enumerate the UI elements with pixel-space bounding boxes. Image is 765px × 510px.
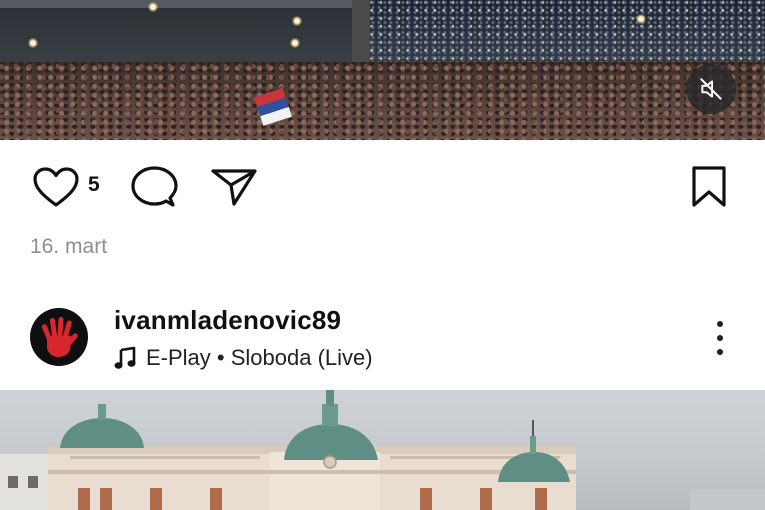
building [0,0,360,70]
red-hand-icon [41,317,78,357]
like-count[interactable]: 5 [88,173,100,197]
street-light [290,38,300,48]
dot [717,321,723,327]
music-note-icon [114,346,136,369]
audio-track-label: E-Play • Sloboda (Live) [146,345,373,370]
send-icon[interactable] [210,166,258,208]
heart-icon[interactable] [32,166,80,208]
crowd-background [370,0,765,70]
dot [717,349,723,355]
more-options-icon[interactable] [706,318,734,358]
crowd [0,62,765,140]
mute-toggle-button[interactable] [686,64,736,114]
national-museum-building [0,390,765,510]
bookmark-icon[interactable] [690,165,728,209]
street-light [28,38,38,48]
speaker-muted-icon [700,78,722,100]
avatar[interactable] [30,308,88,366]
street-light [292,16,302,26]
post-date: 16. mart [30,235,108,258]
street-light [636,14,646,24]
post-image[interactable] [0,390,765,510]
dot [717,335,723,341]
street-light [148,2,158,12]
audio-track-link[interactable]: E-Play • Sloboda (Live) [114,343,373,373]
post-username[interactable]: ivanmladenovic89 [114,305,341,336]
video-post-media[interactable] [0,0,765,140]
comment-icon[interactable] [130,165,178,209]
